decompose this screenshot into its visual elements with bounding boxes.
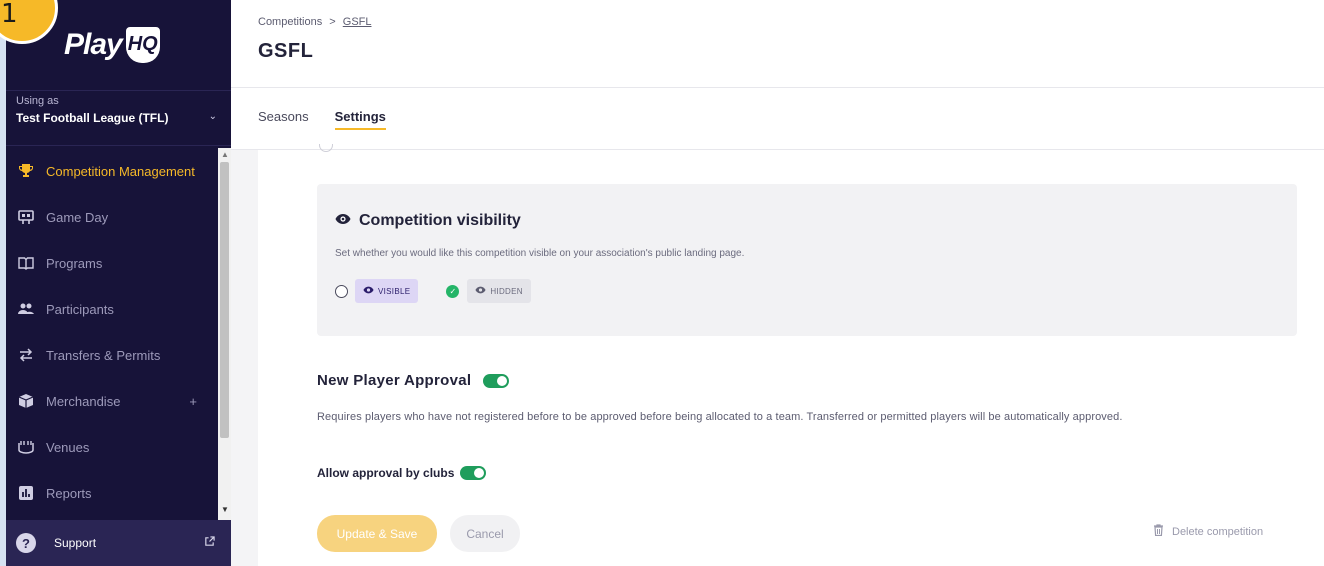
approval-title-text: New Player Approval [317, 372, 472, 389]
organisation-name: Test Football League (TFL) [16, 111, 169, 125]
content-gutter [231, 150, 258, 566]
allow-approval-by-clubs-row: Allow approval by clubs [317, 466, 487, 480]
sidebar-item-label: Merchandise [46, 393, 121, 409]
sidebar-item-programs[interactable]: Programs [6, 240, 231, 286]
support-link[interactable]: ? Support [6, 520, 231, 566]
using-as-label: Using as [16, 95, 59, 107]
main-content: Competitions > GSFL GSFL Seasons Setting… [231, 0, 1324, 566]
breadcrumb: Competitions > GSFL [258, 16, 1297, 28]
eye-icon [475, 286, 486, 296]
sidebar: Play HQ Using as Test Football League (T… [6, 0, 231, 566]
expand-plus-icon[interactable]: + [189, 394, 197, 409]
scrollbar-thumb[interactable] [220, 162, 229, 438]
sidebar-item-label: Game Day [46, 209, 109, 225]
sidebar-item-participants[interactable]: Participants [6, 286, 231, 332]
breadcrumb-separator: > [329, 16, 336, 28]
tab-seasons[interactable]: Seasons [258, 109, 309, 128]
settings-content: Competition visibility Set whether you w… [231, 144, 1324, 566]
logo-wordmark: Play [64, 28, 123, 61]
visible-radio[interactable] [335, 284, 348, 298]
visible-option-label: VISIBLE [378, 286, 411, 296]
cancel-button[interactable]: Cancel [450, 515, 520, 552]
sidebar-item-label: Transfers & Permits [46, 347, 161, 363]
stadium-icon [16, 437, 36, 457]
visibility-options: VISIBLE ✓ HIDDEN [335, 279, 1279, 303]
tab-settings[interactable]: Settings [334, 109, 387, 130]
hidden-option-label: HIDDEN [490, 286, 523, 296]
new-player-approval-toggle[interactable] [483, 373, 510, 388]
eye-icon [363, 286, 374, 296]
logo-shield-icon: HQ [125, 27, 160, 63]
sidebar-item-competition-management[interactable]: Competition Management [6, 148, 231, 194]
visibility-title-text: Competition visibility [359, 212, 521, 229]
question-icon: ? [16, 533, 36, 553]
visible-option[interactable]: VISIBLE [355, 279, 419, 303]
organisation-switcher[interactable]: Using as Test Football League (TFL) ⌄ [6, 90, 231, 146]
competition-visibility-card: Competition visibility Set whether you w… [317, 184, 1297, 336]
trophy-icon [16, 161, 36, 181]
tab-bar: Seasons Settings [231, 88, 1324, 150]
support-label: Support [54, 536, 97, 550]
sidebar-item-game-day[interactable]: Game Day [6, 194, 231, 240]
sidebar-scrollbar[interactable]: ▲ ▼ [218, 148, 231, 520]
visibility-description: Set whether you would like this competit… [335, 248, 745, 259]
scroll-down-arrow-icon[interactable]: ▼ [221, 505, 229, 514]
breadcrumb-competitions[interactable]: Competitions [258, 16, 322, 28]
chart-icon [16, 483, 36, 503]
chevron-down-icon: ⌄ [208, 111, 217, 122]
eye-icon [335, 212, 351, 230]
sidebar-item-label: Participants [46, 301, 114, 317]
sidebar-item-transfers-permits[interactable]: Transfers & Permits [6, 332, 231, 378]
sidebar-item-label: Competition Management [46, 163, 195, 179]
update-save-button[interactable]: Update & Save [317, 515, 437, 552]
checkmark-icon[interactable]: ✓ [446, 284, 460, 298]
clubs-approval-label: Allow approval by clubs [317, 466, 455, 480]
delete-competition-label: Delete competition [1172, 525, 1264, 538]
scoreboard-icon [16, 207, 36, 227]
sidebar-item-merchandise[interactable]: Merchandise + [6, 378, 231, 424]
scroll-up-arrow-icon[interactable]: ▲ [221, 150, 229, 159]
sidebar-nav: Competition Management Game Day Programs… [6, 148, 231, 520]
external-link-icon [204, 536, 215, 550]
breadcrumb-gsfl[interactable]: GSFL [343, 16, 372, 28]
new-player-approval-heading: New Player Approval [317, 372, 510, 389]
people-icon [16, 299, 36, 319]
partial-radio-button[interactable] [319, 144, 333, 152]
sidebar-item-label: Venues [46, 439, 90, 455]
book-icon [16, 253, 36, 273]
approval-description: Requires players who have not registered… [317, 411, 1123, 423]
trash-icon [1153, 524, 1164, 539]
sidebar-item-venues[interactable]: Venues [6, 424, 231, 470]
delete-competition-button[interactable]: Delete competition [1153, 524, 1263, 539]
sidebar-item-label: Programs [46, 255, 103, 271]
box-icon [16, 391, 36, 411]
page-header: Competitions > GSFL GSFL [231, 0, 1324, 88]
allow-approval-by-clubs-toggle[interactable] [460, 466, 487, 480]
transfer-arrows-icon [16, 345, 36, 365]
sidebar-item-label: Reports [46, 485, 92, 501]
hidden-option[interactable]: HIDDEN [467, 279, 531, 303]
sidebar-item-reports[interactable]: Reports [6, 470, 231, 516]
visibility-title: Competition visibility [335, 212, 1279, 230]
page-title: GSFL [258, 40, 314, 62]
